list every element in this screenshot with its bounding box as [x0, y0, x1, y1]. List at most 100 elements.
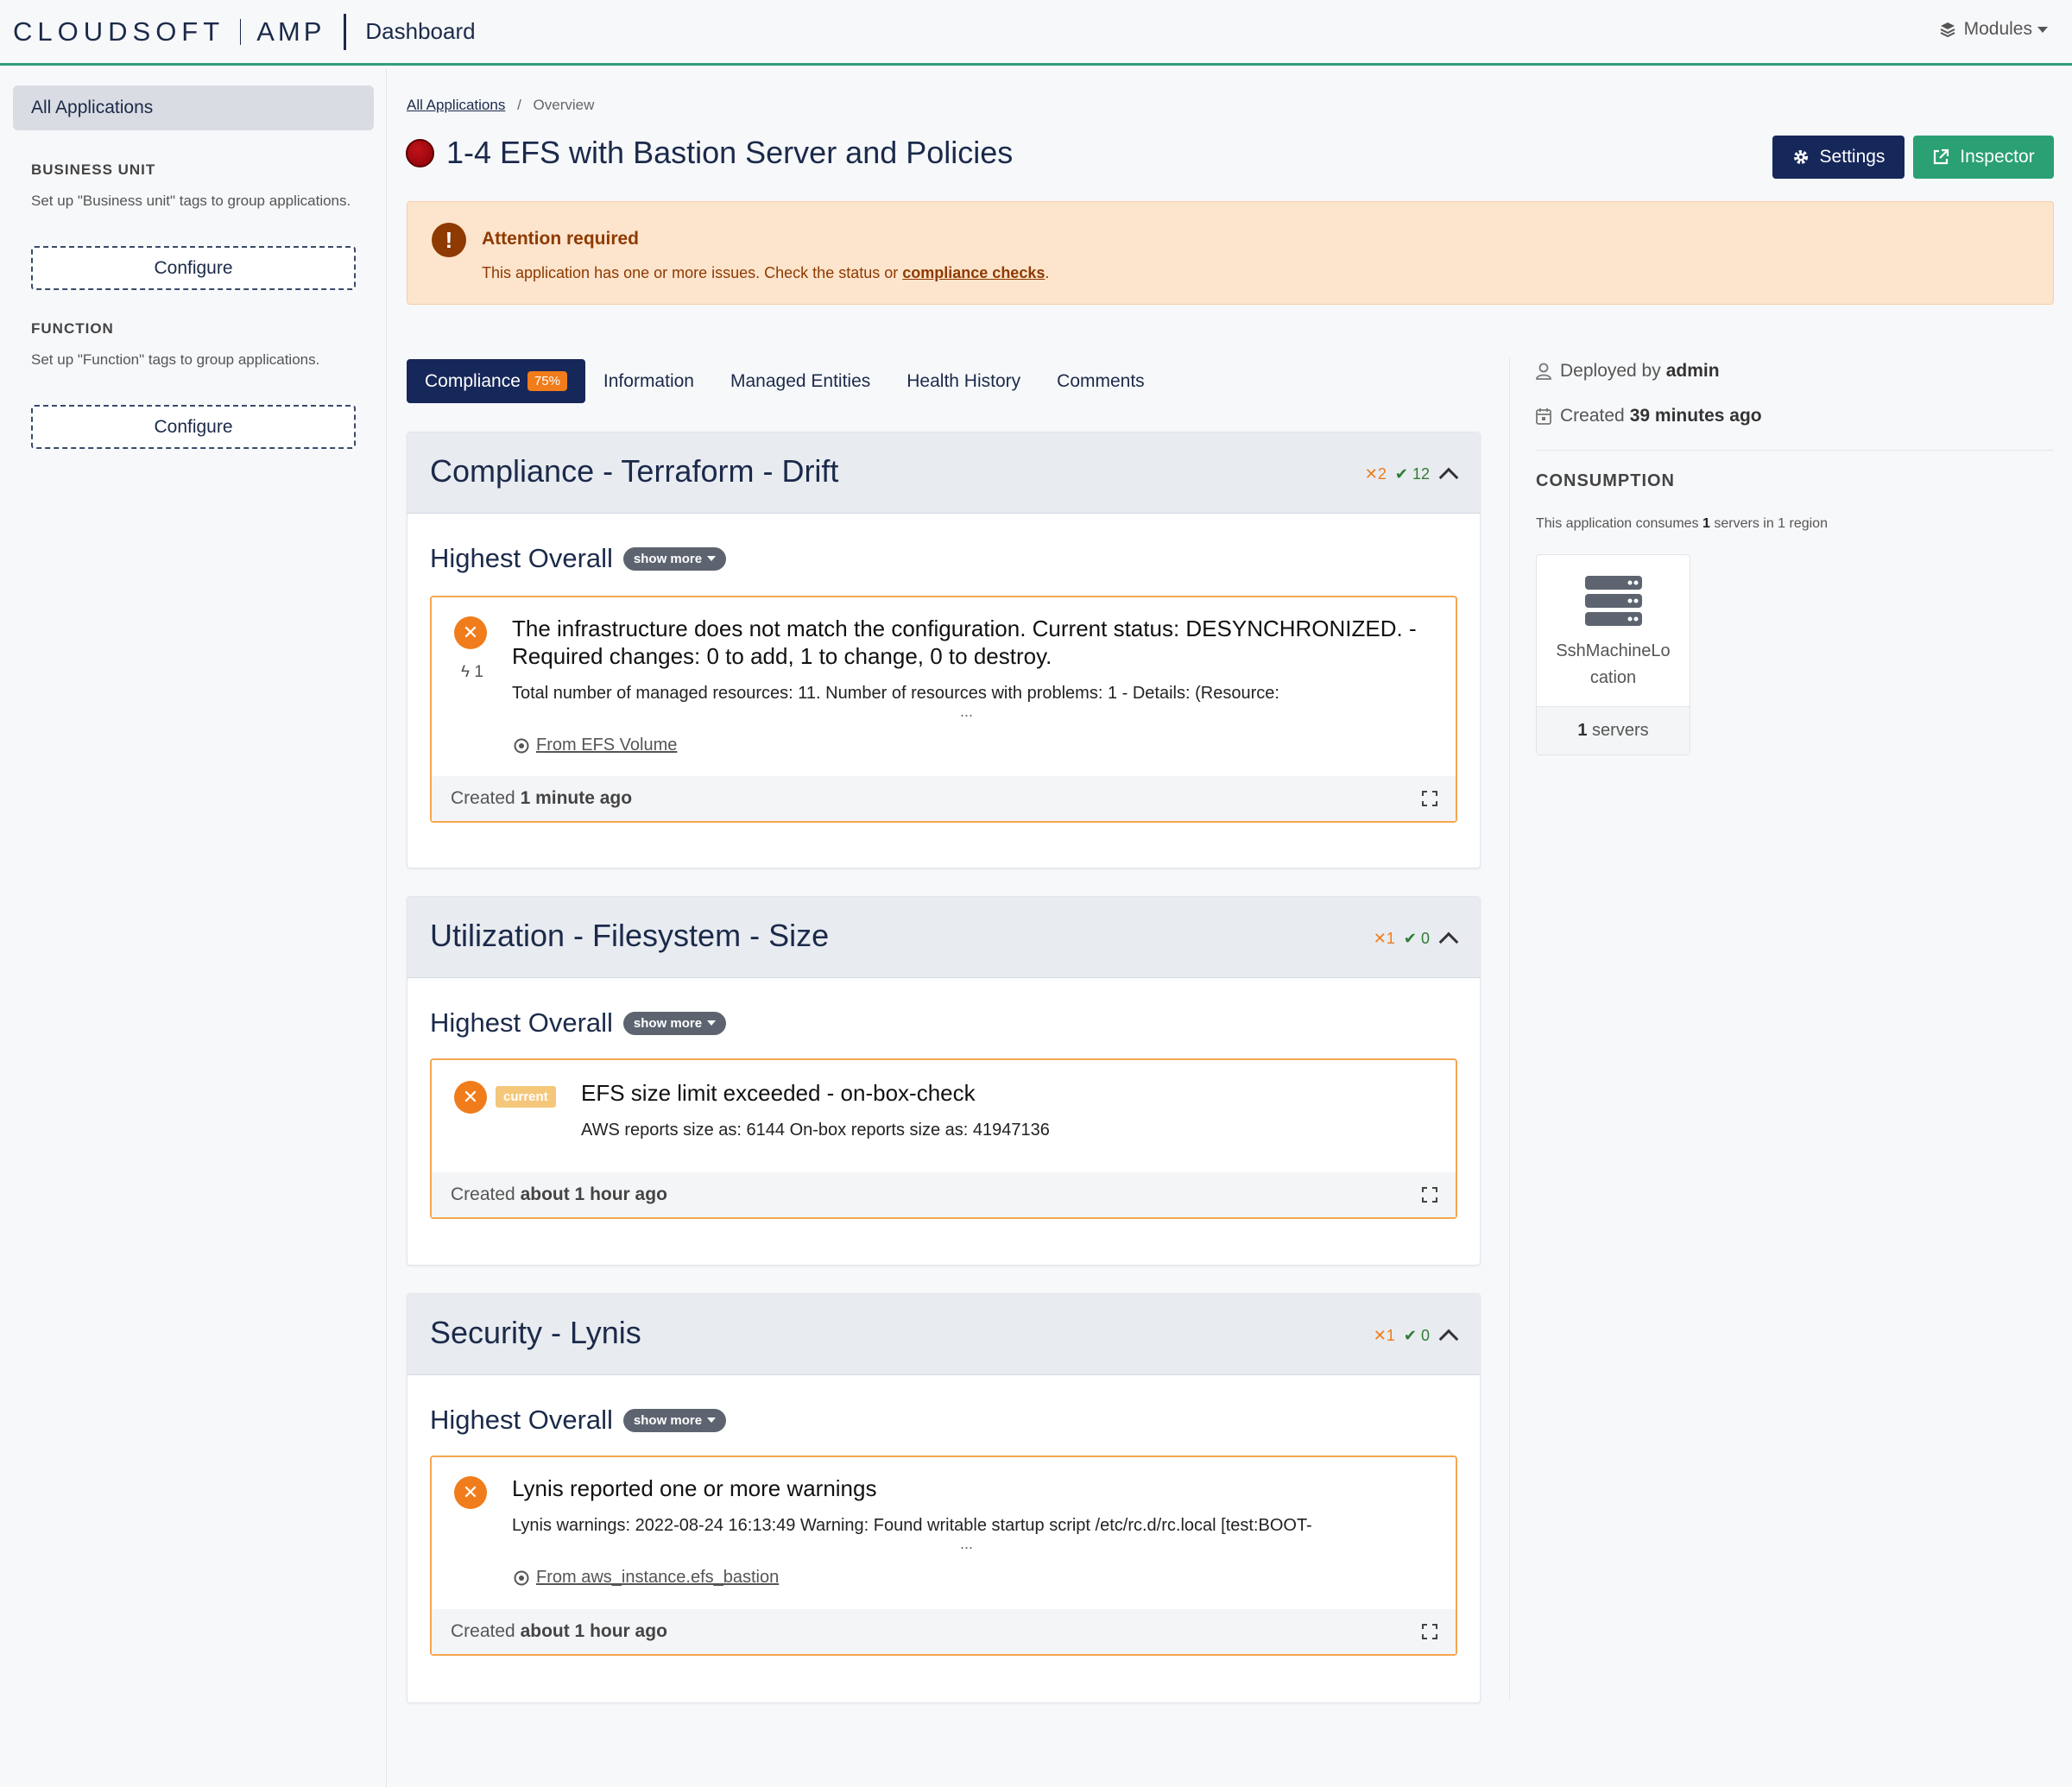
consumption-summary: This application consumes 1 servers in 1…: [1536, 516, 1828, 531]
breadcrumb-separator: /: [517, 97, 521, 113]
issue-created: Created about 1 hour ago: [451, 1621, 667, 1641]
check-card-header[interactable]: Security - Lynis ✕1 ✔ 0: [407, 1294, 1480, 1375]
compliance-checks-link[interactable]: compliance checks: [902, 264, 1045, 281]
server-count: 1 servers: [1537, 706, 1690, 755]
check-card-filesystem-size: Utilization - Filesystem - Size ✕1 ✔ 0 H…: [407, 896, 1481, 1266]
issue-created: Created 1 minute ago: [451, 788, 633, 808]
chevron-down-icon: [707, 556, 717, 561]
show-more-button[interactable]: show more: [622, 1011, 727, 1035]
dashboard-title[interactable]: Dashboard: [365, 18, 475, 45]
issue-footer: Created about 1 hour ago: [432, 1172, 1456, 1217]
issue-ellipsis: ...: [960, 1535, 974, 1552]
gear-icon: [1793, 150, 1808, 164]
logo-product: AMP: [256, 16, 325, 47]
chevron-down-icon: [2037, 26, 2048, 33]
configure-business-unit-button[interactable]: Configure: [31, 246, 356, 290]
page-title: 1-4 EFS with Bastion Server and Policies: [446, 135, 1014, 170]
highest-overall-label: Highest Overall show more: [430, 543, 727, 574]
server-location-name: SshMachineLocation: [1556, 641, 1671, 687]
issue-title: EFS size limit exceeded - on-box-check: [581, 1080, 976, 1106]
settings-button[interactable]: Settings: [1772, 136, 1905, 179]
attention-alert: ! Attention required This application ha…: [407, 201, 2054, 305]
check-card-header[interactable]: Compliance - Terraform - Drift ✕2 ✔ 12: [407, 433, 1480, 514]
show-more-button[interactable]: show more: [622, 546, 727, 571]
show-more-button[interactable]: show more: [622, 1408, 727, 1432]
issue-item: ✕ Lynis reported one or more warnings Ly…: [430, 1455, 1457, 1656]
expand-icon[interactable]: [1421, 1623, 1438, 1640]
issue-created: Created about 1 hour ago: [451, 1184, 667, 1204]
sidebar-item-all-applications[interactable]: All Applications: [13, 85, 374, 130]
title-divider: [344, 13, 347, 50]
external-link-icon: [1934, 148, 1949, 165]
issue-item: ✕ ϟ 1 The infrastructure does not match …: [430, 596, 1457, 823]
calendar-icon: [1536, 408, 1551, 425]
function-help: Set up "Function" tags to group applicat…: [31, 351, 320, 368]
chevron-down-icon: [707, 1020, 717, 1026]
pass-count: ✔ 0: [1403, 1326, 1430, 1344]
fail-count: ✕1: [1373, 1326, 1395, 1344]
highest-overall-label: Highest Overall show more: [430, 1405, 727, 1436]
target-icon: [514, 738, 529, 753]
issue-source: From EFS Volume: [514, 736, 677, 755]
server-icon: [1585, 576, 1642, 626]
alert-suffix: .: [1045, 264, 1050, 281]
business-unit-help: Set up "Business unit" tags to group app…: [31, 193, 351, 209]
chevron-up-icon[interactable]: [1438, 931, 1459, 952]
alert-text: This application has one or more issues.…: [482, 264, 899, 281]
bolt-count: ϟ 1: [461, 663, 483, 681]
error-icon: ✕: [454, 1081, 487, 1114]
issue-item: ✕ current EFS size limit exceeded - on-b…: [430, 1058, 1457, 1219]
check-card-header[interactable]: Utilization - Filesystem - Size ✕1 ✔ 0: [407, 897, 1480, 978]
tab-comments[interactable]: Comments: [1057, 359, 1145, 403]
check-card-terraform-drift: Compliance - Terraform - Drift ✕2 ✔ 12 H…: [407, 432, 1481, 868]
highest-overall-text: Highest Overall: [430, 543, 613, 573]
exclamation-icon: !: [432, 223, 466, 257]
tab-health-history[interactable]: Health History: [906, 359, 1020, 403]
issue-title: The infrastructure does not match the co…: [512, 616, 1417, 669]
function-heading: FUNCTION: [31, 320, 114, 337]
created-time: Created 39 minutes ago: [1536, 406, 1762, 426]
current-badge: current: [496, 1086, 556, 1108]
check-title: Security - Lynis: [430, 1315, 641, 1350]
tab-compliance-label: Compliance: [425, 370, 521, 391]
check-counts: ✕1 ✔ 0: [1374, 928, 1459, 952]
highest-overall-text: Highest Overall: [430, 1007, 613, 1038]
issue-source: From aws_instance.efs_bastion: [514, 1568, 779, 1588]
modules-dropdown[interactable]: Modules: [1939, 19, 2048, 40]
inspector-button[interactable]: Inspector: [1913, 136, 2054, 179]
check-counts: ✕2 ✔ 12: [1365, 464, 1459, 488]
check-card-security-lynis: Security - Lynis ✕1 ✔ 0 Highest Overall …: [407, 1293, 1481, 1703]
chevron-up-icon[interactable]: [1438, 467, 1459, 488]
issue-description: Lynis warnings: 2022-08-24 16:13:49 Warn…: [512, 1516, 1312, 1535]
chevron-down-icon: [707, 1418, 717, 1423]
server-location-card[interactable]: SshMachineLocation 1 servers: [1536, 554, 1690, 755]
breadcrumb-all-applications[interactable]: All Applications: [407, 97, 505, 113]
target-icon: [514, 1570, 529, 1585]
issue-ellipsis: ...: [960, 703, 974, 720]
compliance-percent-badge: 75%: [527, 371, 567, 391]
top-navbar: CLOUDSOFT AMP Dashboard Modules: [0, 0, 2072, 66]
breadcrumb-current: Overview: [533, 97, 595, 113]
expand-icon[interactable]: [1421, 790, 1438, 807]
created-label: Created: [1560, 406, 1625, 426]
right-panel-separator: [1536, 450, 2054, 451]
error-icon: ✕: [454, 616, 487, 649]
check-title: Utilization - Filesystem - Size: [430, 918, 830, 953]
created-when: 39 minutes ago: [1629, 406, 1762, 426]
logo-divider: [240, 18, 242, 45]
expand-icon[interactable]: [1421, 1186, 1438, 1203]
user-icon: [1536, 363, 1551, 380]
issue-source-link[interactable]: From EFS Volume: [536, 736, 677, 755]
cloudsoft-amp-logo[interactable]: CLOUDSOFT AMP: [13, 15, 325, 49]
tab-information[interactable]: Information: [603, 359, 694, 403]
configure-function-button[interactable]: Configure: [31, 405, 356, 449]
issue-footer: Created about 1 hour ago: [432, 1609, 1456, 1654]
tab-managed-entities[interactable]: Managed Entities: [730, 359, 870, 403]
pass-count: ✔ 0: [1403, 929, 1430, 947]
check-counts: ✕1 ✔ 0: [1373, 1325, 1459, 1349]
error-icon: ✕: [454, 1476, 487, 1509]
chevron-up-icon[interactable]: [1438, 1329, 1459, 1349]
issue-source-link[interactable]: From aws_instance.efs_bastion: [536, 1568, 779, 1588]
logo-wordmark: CLOUDSOFT: [13, 16, 225, 47]
tab-compliance[interactable]: Compliance 75%: [407, 359, 585, 403]
